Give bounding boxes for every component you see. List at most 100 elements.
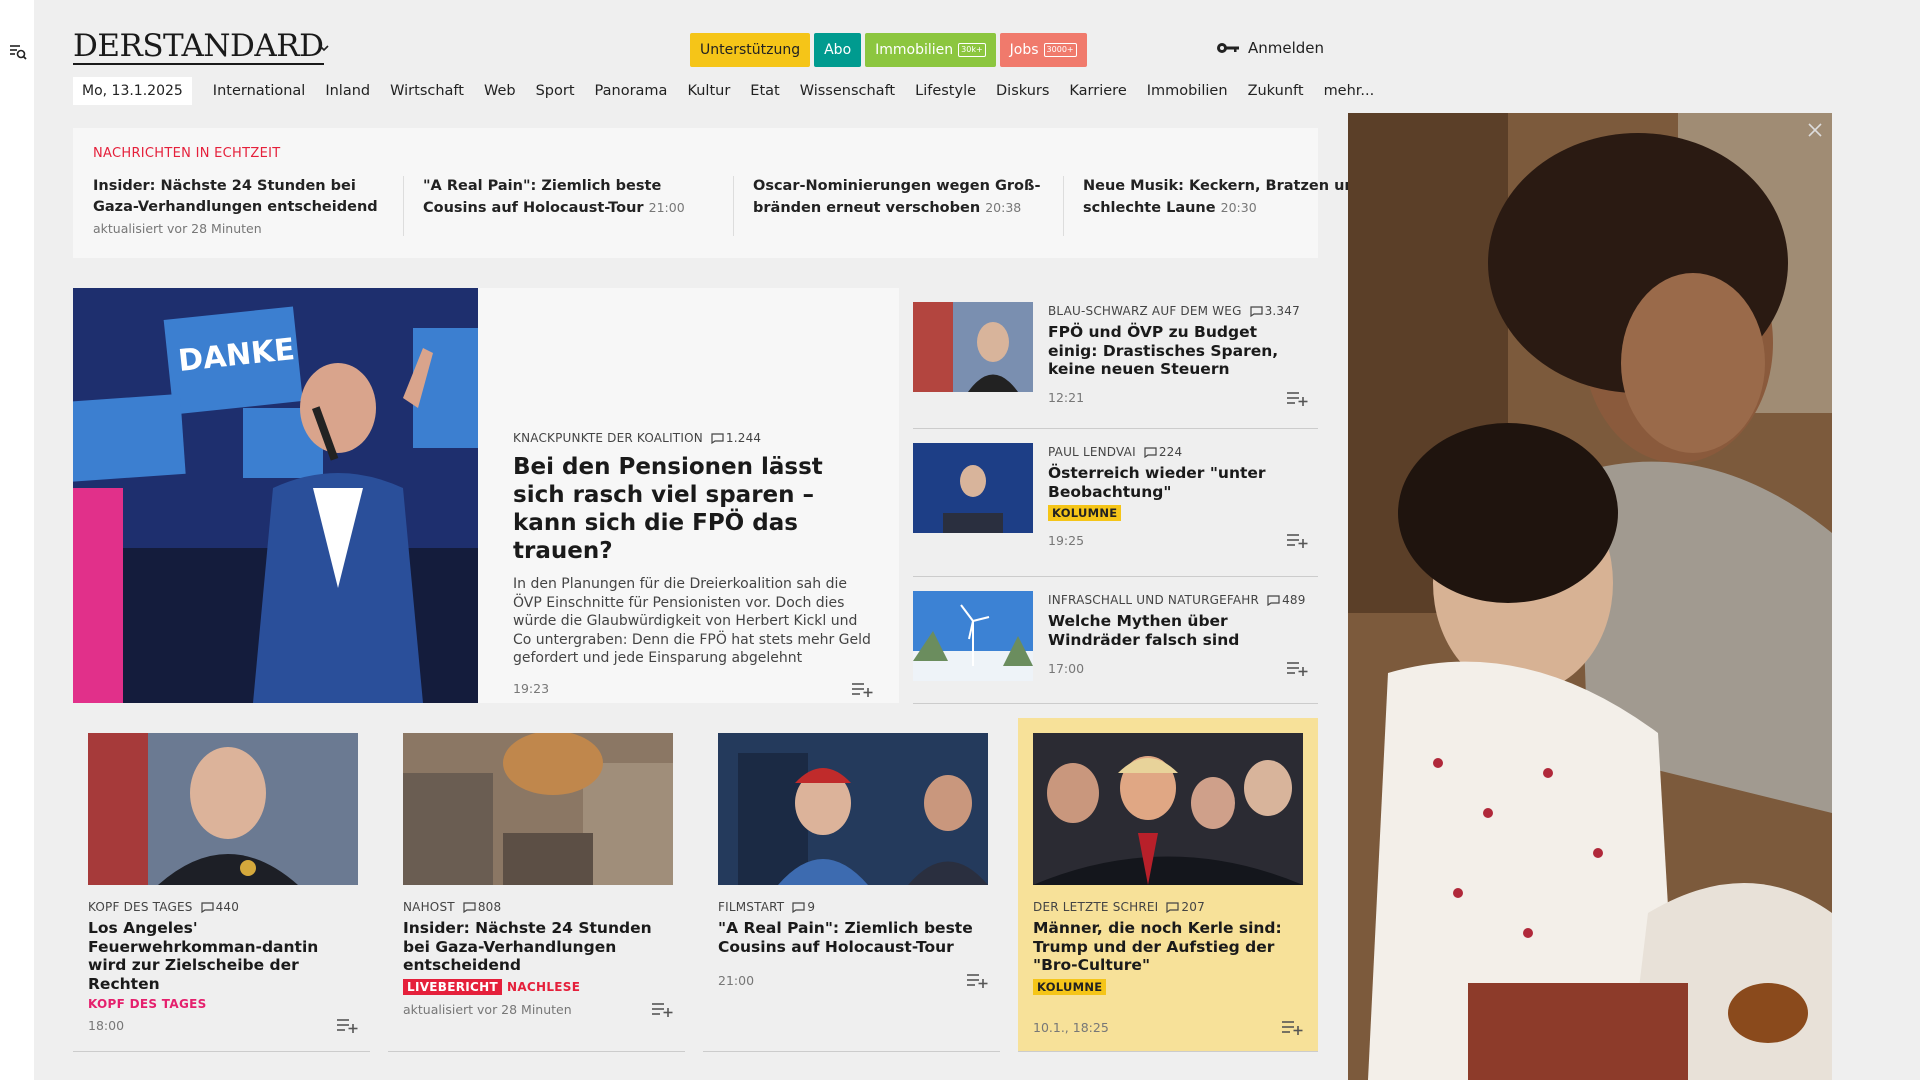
comment-icon — [463, 901, 476, 913]
nav-item-wissenschaft[interactable]: Wissenschaft — [800, 77, 895, 105]
add-to-list-icon[interactable] — [651, 1000, 673, 1018]
ticker-item[interactable]: Neue Musik: Keckern, Bratzen und schlech… — [1083, 176, 1393, 236]
side-article-image[interactable] — [913, 302, 1033, 392]
lead-headline[interactable]: Bei den Pensionen lässt sich rasch viel … — [513, 453, 873, 565]
site-logo[interactable]: DERSTANDARD — [73, 30, 324, 65]
comment-count[interactable]: 9 — [792, 900, 815, 914]
add-to-list-icon[interactable] — [966, 971, 988, 989]
lead-article[interactable]: DANKE KNACKPUNKTE DER KOALITION 1.244 Be… — [73, 288, 899, 703]
card-image[interactable] — [718, 733, 988, 885]
comment-count-value: 489 — [1282, 593, 1306, 607]
side-kicker: BLAU-SCHWARZ AUF DEM WEG — [1048, 304, 1242, 318]
add-to-list-icon[interactable] — [1286, 389, 1308, 407]
side-headline[interactable]: FPÖ und ÖVP zu Budget einig: Drastisches… — [1048, 323, 1308, 379]
nav-item-inland[interactable]: Inland — [325, 77, 370, 105]
current-date: Mo, 13.1.2025 — [73, 77, 192, 105]
comment-count-value: 440 — [215, 900, 240, 914]
article-card[interactable]: NAHOST 808 Insider: Nächste 24 Stunden be… — [388, 718, 685, 1052]
live-news-ticker: NACHRICHTEN IN ECHTZEIT Insider: Nächste… — [73, 128, 1365, 258]
add-to-list-icon[interactable] — [1281, 1018, 1303, 1036]
abo-button[interactable]: Abo — [814, 33, 862, 67]
article-card[interactable]: FILMSTART 9 "A Real Pain": Ziemlich beste… — [703, 718, 1000, 1052]
comment-count-value: 9 — [807, 900, 816, 914]
add-to-list-icon[interactable] — [1286, 531, 1308, 549]
card-kicker: DER LETZTE SCHREI — [1033, 900, 1159, 914]
side-article[interactable]: BLAU-SCHWARZ AUF DEM WEG 3.347 FPÖ und ÖV… — [913, 298, 1318, 429]
side-headline[interactable]: Österreich wieder "unter Beobachtung" — [1048, 464, 1308, 501]
left-rail — [0, 0, 34, 1080]
card-time: 18:00 — [88, 1017, 125, 1033]
lead-time: 19:23 — [513, 681, 550, 696]
nav-item-zukunft[interactable]: Zukunft — [1248, 77, 1304, 105]
card-headline[interactable]: Los Angeles' Feuerwehrkomman-dantin wird… — [88, 919, 358, 993]
card-headline[interactable]: Männer, die noch Kerle sind: Trump und d… — [1033, 919, 1303, 975]
card-image[interactable] — [1033, 733, 1303, 885]
nav-item-karriere[interactable]: Karriere — [1069, 77, 1126, 105]
article-card[interactable]: DER LETZTE SCHREI 207 Männer, die noch Ke… — [1018, 718, 1318, 1052]
ticker-updated: aktualisiert vor 28 Minuten — [93, 221, 262, 236]
kolumne-tag: KOLUMNE — [1048, 505, 1122, 521]
nav-item-panorama[interactable]: Panorama — [595, 77, 668, 105]
nav-item-lifestyle[interactable]: Lifestyle — [915, 77, 976, 105]
lead-kicker-text: KNACKPUNKTE DER KOALITION — [513, 431, 703, 445]
side-article[interactable]: INFRASCHALL UND NATURGEFAHR 489 Welche My… — [913, 577, 1318, 704]
advertisement-banner[interactable] — [1348, 113, 1832, 1080]
comment-count-value: 224 — [1158, 445, 1183, 459]
ticker-title: NACHRICHTEN IN ECHTZEIT — [93, 146, 281, 161]
nav-item-kultur[interactable]: Kultur — [687, 77, 730, 105]
login-button[interactable]: Anmelden — [1216, 39, 1324, 57]
add-to-list-icon[interactable] — [851, 680, 873, 698]
side-headline[interactable]: Welche Mythen über Windräder falsch sind — [1048, 612, 1308, 649]
nav-item-wirtschaft[interactable]: Wirtschaft — [390, 77, 464, 105]
card-image[interactable] — [403, 733, 673, 885]
nav-item-more[interactable]: mehr... — [1324, 77, 1375, 105]
comment-icon — [1249, 305, 1263, 317]
nav-item-etat[interactable]: Etat — [750, 77, 779, 105]
comment-count[interactable]: 808 — [463, 900, 502, 914]
article-card[interactable]: KOPF DES TAGES 440 Los Angeles' Feuerwehr… — [73, 718, 370, 1052]
nav-item-diskurs[interactable]: Diskurs — [996, 77, 1049, 105]
support-button[interactable]: Unterstützung — [690, 33, 811, 67]
side-article[interactable]: PAUL LENDVAI 224 Österreich wieder "unter… — [913, 429, 1318, 577]
comment-icon — [1144, 446, 1157, 458]
ticker-time: 20:38 — [985, 200, 1022, 215]
immobilien-button[interactable]: Immobilien 30k+ — [865, 33, 996, 67]
add-to-list-icon[interactable] — [336, 1016, 358, 1034]
card-image[interactable] — [88, 733, 358, 885]
ticker-item[interactable]: "A Real Pain": Ziemlich beste Cousins au… — [423, 176, 734, 236]
jobs-label: Jobs — [1009, 42, 1039, 58]
jobs-button[interactable]: Jobs 3000+ — [999, 33, 1087, 67]
card-headline[interactable]: "A Real Pain": Ziemlich beste Cousins au… — [718, 919, 988, 956]
nav-item-sport[interactable]: Sport — [536, 77, 575, 105]
menu-search-icon[interactable] — [8, 42, 28, 62]
ticker-item[interactable]: Insider: Nächste 24 Stunden bei Gaza-Ver… — [93, 176, 404, 236]
abo-label: Abo — [824, 42, 852, 58]
side-article-image[interactable] — [913, 591, 1033, 681]
kolumne-tag: KOLUMNE — [1033, 978, 1107, 995]
nav-item-international[interactable]: International — [213, 77, 306, 105]
lead-image[interactable]: DANKE — [73, 288, 478, 703]
comment-count[interactable]: 224 — [1144, 445, 1183, 459]
comment-icon — [711, 432, 724, 444]
comment-count[interactable]: 440 — [200, 900, 240, 914]
close-icon[interactable] — [1806, 121, 1824, 139]
article-cards: KOPF DES TAGES 440 Los Angeles' Feuerwehr… — [73, 718, 1318, 1053]
comment-count[interactable]: 207 — [1166, 900, 1205, 914]
side-article-image[interactable] — [913, 443, 1033, 533]
comment-count[interactable]: 1.244 — [711, 431, 761, 445]
card-headline[interactable]: Insider: Nächste 24 Stunden bei Gaza-Ver… — [403, 919, 673, 975]
ticker-headline: "A Real Pain": Ziemlich beste Cousins au… — [423, 178, 662, 216]
kopf-des-tages-tag: KOPF DES TAGES — [88, 997, 207, 1011]
ticker-item[interactable]: Oscar-Nominierungen wegen Groß-bränden e… — [753, 176, 1064, 236]
chevron-down-icon[interactable] — [318, 42, 330, 54]
card-time: aktualisiert vor 28 Minuten — [403, 1001, 572, 1017]
nav-item-immobilien[interactable]: Immobilien — [1147, 77, 1228, 105]
nav-item-web[interactable]: Web — [484, 77, 516, 105]
side-time: 12:21 — [1048, 390, 1085, 405]
add-to-list-icon[interactable] — [1286, 659, 1308, 677]
nachlese-tag: NACHLESE — [506, 979, 581, 994]
comment-count[interactable]: 489 — [1267, 593, 1306, 607]
comment-count[interactable]: 3.347 — [1249, 304, 1300, 318]
key-icon — [1217, 43, 1239, 53]
support-label: Unterstützung — [700, 42, 801, 58]
